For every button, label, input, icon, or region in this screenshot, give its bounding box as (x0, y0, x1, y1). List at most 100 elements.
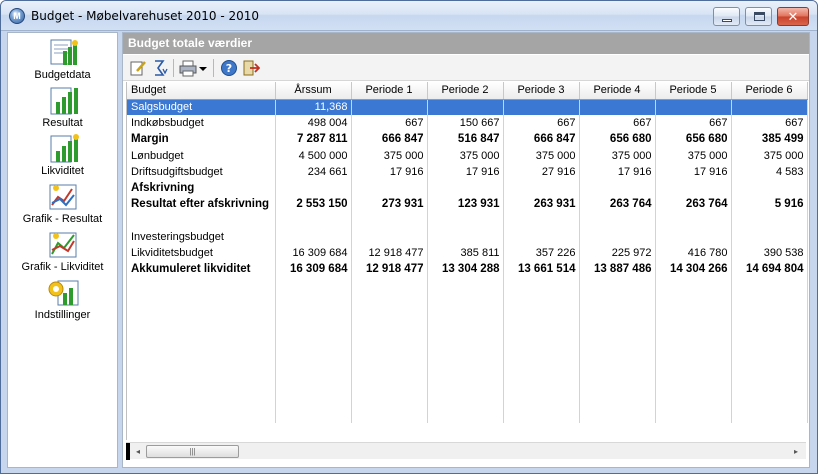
table-cell[interactable]: 13 661 514 (503, 260, 580, 278)
table-row[interactable]: Salgsbudget 11,368 (127, 99, 808, 116)
scrollbar-thumb[interactable]: ||| (146, 445, 239, 458)
table-cell[interactable]: 390 538 (731, 244, 808, 261)
table-cell[interactable]: 4 500 000 (275, 147, 352, 164)
dropdown-arrow-icon[interactable] (197, 59, 209, 77)
table-cell[interactable]: 667 (503, 115, 580, 132)
table-row[interactable]: Lønbudget 4 500 000 375 000 375 000 375 000 3… (127, 147, 808, 164)
table-cell[interactable]: 4 583 (731, 163, 808, 180)
table-row[interactable]: Likviditetsbudget 16 309 684 12 918 477 385… (127, 244, 808, 261)
table-cell[interactable] (427, 179, 504, 197)
row-label[interactable] (127, 212, 276, 229)
table-cell[interactable]: 17 916 (655, 163, 732, 180)
table-row[interactable]: Margin 7 287 811 666 847 516 847 666 847 656 … (127, 131, 808, 148)
table-cell[interactable] (503, 99, 580, 116)
table-cell[interactable] (275, 228, 352, 245)
table-cell[interactable]: 263 764 (579, 196, 656, 213)
sidebar-item-grafik-resultat[interactable]: Grafik - Resultat (8, 181, 117, 225)
column-header[interactable]: Årssum (275, 82, 352, 100)
table-cell[interactable] (731, 99, 808, 116)
table-cell[interactable] (579, 99, 656, 116)
edit-icon[interactable] (129, 59, 147, 77)
table-cell[interactable]: 666 847 (503, 131, 580, 148)
table-cell[interactable] (731, 179, 808, 197)
table-cell[interactable] (275, 212, 352, 229)
table-cell[interactable] (655, 179, 732, 197)
table-cell[interactable]: 11,368 (275, 99, 352, 116)
row-label[interactable]: Likviditetsbudget (127, 244, 276, 261)
table-cell[interactable]: 375 000 (503, 147, 580, 164)
row-label[interactable]: Resultat efter afskrivning (127, 196, 276, 213)
table-cell[interactable]: 12 918 477 (351, 260, 428, 278)
table-row[interactable]: Indkøbsbudget 498 004 667 150 667 667 667 667 6… (127, 115, 808, 132)
table-cell[interactable]: 27 916 (503, 163, 580, 180)
table-cell[interactable]: 16 309 684 (275, 244, 352, 261)
table-cell[interactable]: 666 847 (351, 131, 428, 148)
table-cell[interactable]: 656 680 (579, 131, 656, 148)
row-label[interactable]: Akkumuleret likviditet (127, 260, 276, 278)
sidebar-item-indstillinger[interactable]: Indstillinger (8, 277, 117, 321)
table-row[interactable]: Resultat efter afskrivning 2 553 150 273 9… (127, 196, 808, 213)
print-icon[interactable] (179, 59, 197, 77)
table-cell[interactable] (275, 179, 352, 197)
row-label[interactable]: Driftsudgiftsbudget (127, 163, 276, 180)
column-header[interactable]: Periode 6 (731, 82, 808, 100)
table-cell[interactable] (427, 212, 504, 229)
table-cell[interactable]: 17 916 (351, 163, 428, 180)
sidebar-item-grafik-likviditet[interactable]: Grafik - Likviditet (8, 229, 117, 273)
table-cell[interactable]: 667 (655, 115, 732, 132)
row-label[interactable]: Lønbudget (127, 147, 276, 164)
table-cell[interactable] (351, 179, 428, 197)
table-cell[interactable]: 123 931 (427, 196, 504, 213)
row-label[interactable]: Investeringsbudget (127, 228, 276, 245)
column-header[interactable]: Periode 1 (351, 82, 428, 100)
table-cell[interactable]: 2 553 150 (275, 196, 352, 213)
row-label[interactable]: Salgsbudget (127, 99, 276, 116)
column-header[interactable]: Periode 4 (579, 82, 656, 100)
table-cell[interactable]: 375 000 (427, 147, 504, 164)
table-cell[interactable]: 14 694 804 (731, 260, 808, 278)
table-cell[interactable]: 357 226 (503, 244, 580, 261)
table-cell[interactable] (655, 212, 732, 229)
minimize-button[interactable] (713, 7, 740, 26)
table-cell[interactable]: 375 000 (579, 147, 656, 164)
table-cell[interactable] (655, 99, 732, 116)
app-icon[interactable]: M (9, 8, 25, 24)
table-cell[interactable] (579, 228, 656, 245)
table-cell[interactable]: 150 667 (427, 115, 504, 132)
table-cell[interactable]: 225 972 (579, 244, 656, 261)
help-icon[interactable]: ? (220, 59, 238, 77)
table-cell[interactable] (351, 228, 428, 245)
exit-icon[interactable] (242, 59, 260, 77)
table-cell[interactable]: 656 680 (655, 131, 732, 148)
table-cell[interactable]: 516 847 (427, 131, 504, 148)
column-header[interactable]: Budget (127, 82, 276, 100)
table-cell[interactable]: 385 499 (731, 131, 808, 148)
sidebar-item-resultat[interactable]: Resultat (8, 85, 117, 129)
table-cell[interactable]: 13 887 486 (579, 260, 656, 278)
table-cell[interactable] (503, 228, 580, 245)
table-cell[interactable]: 385 811 (427, 244, 504, 261)
sidebar-item-budgetdata[interactable]: Budgetdata (8, 37, 117, 81)
table-cell[interactable]: 667 (351, 115, 428, 132)
table-cell[interactable]: 234 661 (275, 163, 352, 180)
row-label[interactable]: Margin (127, 131, 276, 148)
table-cell[interactable] (579, 179, 656, 197)
table-cell[interactable]: 375 000 (351, 147, 428, 164)
table-cell[interactable]: 273 931 (351, 196, 428, 213)
table-row[interactable] (127, 212, 808, 229)
sort-icon[interactable] (151, 59, 169, 77)
row-label[interactable]: Indkøbsbudget (127, 115, 276, 132)
table-cell[interactable] (503, 179, 580, 197)
column-header[interactable]: Periode 2 (427, 82, 504, 100)
table-cell[interactable]: 5 916 (731, 196, 808, 213)
table-cell[interactable] (427, 99, 504, 116)
table-row[interactable]: Investeringsbudget (127, 228, 808, 245)
horizontal-scrollbar[interactable]: ◂ ||| ▸ (126, 442, 806, 460)
maximize-button[interactable] (745, 7, 772, 26)
table-row[interactable]: Driftsudgiftsbudget 234 661 17 916 17 916 27… (127, 163, 808, 180)
table-row[interactable]: Akkumuleret likviditet 16 309 684 12 918 4… (127, 260, 808, 278)
table-row[interactable]: Afskrivning (127, 179, 808, 197)
sidebar-item-likviditet[interactable]: Likviditet (8, 133, 117, 177)
column-header[interactable]: Periode 3 (503, 82, 580, 100)
table-cell[interactable]: 416 780 (655, 244, 732, 261)
